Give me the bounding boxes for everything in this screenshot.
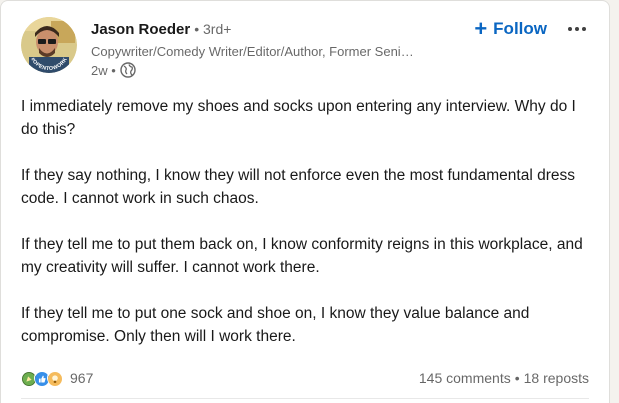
divider [21,398,589,399]
more-horizontal-icon [568,27,586,31]
author-avatar[interactable]: #OPENTOWORK [21,17,77,73]
post-paragraph: If they tell me to put them back on, I k… [21,236,583,276]
separator-dot: • [514,370,520,386]
feed-post-card: #OPENTOWORK Jason Roeder • 3rd+ Copywrit… [0,0,610,403]
avatar-image: #OPENTOWORK [21,17,77,73]
more-options-button[interactable] [565,17,589,41]
post-body: I immediately remove my shoes and socks … [21,95,596,348]
reposts-count-link[interactable]: 18 reposts [524,370,589,386]
reaction-icons [21,370,63,386]
author-headline: Copywriter/Comedy Writer/Editor/Author, … [91,44,414,59]
post-time: 2w • [91,62,116,78]
author-name[interactable]: Jason Roeder [91,21,190,38]
globe-icon [120,62,136,78]
comments-count-link[interactable]: 145 comments [419,370,511,386]
insightful-icon [47,370,63,386]
post-paragraph: If they say nothing, I know they will no… [21,167,575,207]
author-name-row: Jason Roeder • 3rd+ [91,21,461,38]
connection-degree: • 3rd+ [194,21,232,37]
follow-label: Follow [493,19,547,38]
reaction-count: 967 [70,370,94,386]
reactions-summary[interactable]: 967 [21,370,93,386]
post-meta: 2w • [91,62,461,78]
follow-button[interactable]: + Follow [474,17,547,41]
post-paragraph: I immediately remove my shoes and socks … [21,98,576,138]
social-counts: 967 145 comments • 18 reposts [21,367,589,389]
engagement-counts: 145 comments • 18 reposts [419,370,589,386]
author-info: Jason Roeder • 3rd+ Copywriter/Comedy Wr… [91,21,461,78]
post-header: #OPENTOWORK Jason Roeder • 3rd+ Copywrit… [21,17,593,87]
post-paragraph: If they tell me to put one sock and shoe… [21,305,530,345]
plus-icon: + [474,16,488,41]
